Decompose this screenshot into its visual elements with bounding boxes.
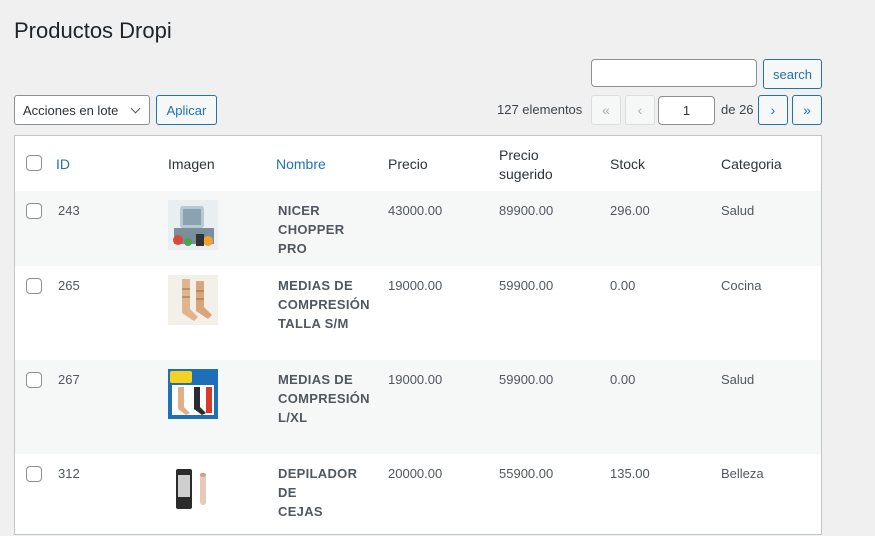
product-name-line: MEDIAS DE [278,278,353,293]
product-name-line: TALLA S/M [278,316,349,331]
product-name-line: MEDIAS DE [278,372,353,387]
product-name-line: CEJAS [278,504,323,519]
column-image: Imagen [168,156,215,172]
row-suggested-price: 89900.00 [499,203,554,218]
eyebrow-trimmer-image[interactable] [168,463,218,513]
product-name: MEDIAS DE COMPRESIÓN L/XL [278,370,373,427]
row-category: Belleza [721,466,764,481]
select-all-checkbox[interactable] [26,155,42,171]
items-count: 127 elementos [497,102,583,117]
table-row: 243 NICER CHOPPER PRO 43000.00 89900.00 … [15,191,821,266]
search-button[interactable]: search [763,59,822,89]
products-table: ID Imagen Nombre Precio Precio sugerido … [14,135,822,535]
row-suggested-price: 59900.00 [499,372,554,387]
table-row: 267 MEDIAS DE COMPRESIÓN L/XL 19000.00 5… [15,360,821,454]
zipsox-box-image[interactable] [168,369,218,419]
row-id: 312 [58,466,80,481]
column-price: Precio [388,156,428,172]
row-checkbox[interactable] [26,466,42,482]
row-id: 265 [58,278,80,293]
row-price: 20000.00 [388,466,443,481]
column-stock: Stock [610,156,646,172]
product-name-line: NICER [278,203,320,218]
product-name-line: CHOPPER PRO [278,222,345,256]
column-category: Categoria [721,156,782,172]
product-name: NICER CHOPPER PRO [278,201,373,258]
table-row: 312 DEPILADOR DE CEJAS 20000.00 55900.00… [15,454,821,536]
row-id: 267 [58,372,80,387]
chopper-product-image[interactable] [168,200,218,250]
row-price: 43000.00 [388,203,443,218]
page-title: Productos Dropi [14,18,172,43]
total-pages: de 26 [721,102,754,117]
row-suggested-price: 59900.00 [499,278,554,293]
row-id: 243 [58,203,80,218]
bulk-actions-value: Acciones en lote [23,102,119,118]
row-checkbox[interactable] [26,372,42,388]
suggested-line-2: sugerido [499,166,553,182]
product-name: MEDIAS DE COMPRESIÓN TALLA S/M [278,276,373,333]
first-page-button: « [591,95,621,125]
last-page-button[interactable]: » [792,95,822,125]
prev-page-button: ‹ [625,95,655,125]
row-price: 19000.00 [388,278,443,293]
row-category: Salud [721,203,755,218]
product-name: DEPILADOR DE CEJAS [278,464,373,521]
table-header: ID Imagen Nombre Precio Precio sugerido … [15,136,821,192]
row-category: Cocina [721,278,762,293]
row-stock: 135.00 [610,466,650,481]
suggested-line-1: Precio [499,147,539,163]
compression-socks-image[interactable] [168,275,218,325]
table-row: 265 MEDIAS DE COMPRESIÓN TALLA S/M 19000… [15,266,821,360]
row-category: Salud [721,372,755,387]
search-input[interactable] [591,59,757,87]
chevron-down-icon [130,103,141,114]
row-suggested-price: 55900.00 [499,466,554,481]
next-page-button[interactable]: › [758,95,788,125]
row-checkbox[interactable] [26,203,42,219]
row-stock: 0.00 [610,372,636,387]
row-price: 19000.00 [388,372,443,387]
product-name-line: COMPRESIÓN [278,297,370,312]
product-name-line: L/XL [278,410,308,425]
column-suggested-price: Precio sugerido [499,146,553,184]
row-stock: 0.00 [610,278,636,293]
apply-button[interactable]: Aplicar [156,95,217,125]
product-name-line: COMPRESIÓN [278,391,370,406]
column-id[interactable]: ID [56,156,70,172]
bulk-actions-select[interactable]: Acciones en lote [14,95,150,125]
row-checkbox[interactable] [26,278,42,294]
column-name[interactable]: Nombre [276,156,326,172]
current-page-input[interactable]: 1 [658,96,715,125]
row-stock: 296.00 [610,203,650,218]
product-name-line: DEPILADOR DE [278,466,358,500]
